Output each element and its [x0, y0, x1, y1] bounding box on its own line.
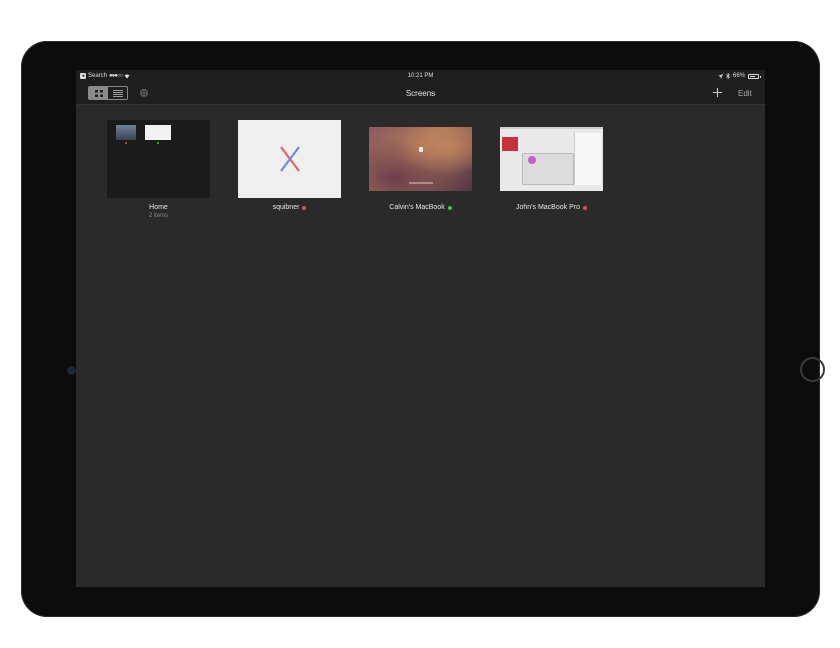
tile-label: Calvin's MacBook [389, 204, 445, 211]
tile-sublabel: 2 items [148, 213, 169, 219]
screen-tile-calvins-macbook[interactable]: Calvin's MacBook [369, 120, 472, 211]
location-arrow-icon [717, 73, 723, 79]
status-online-dot [447, 205, 452, 210]
mini-screen-thumbnail [116, 125, 136, 140]
page-title: Screens [405, 89, 436, 98]
login-controls [409, 182, 433, 184]
status-bar: ◂ Search ●●●○○ 10:21 PM 66% [76, 70, 765, 84]
screen-thumbnail [500, 127, 603, 191]
status-time: 10:21 PM [407, 73, 434, 79]
tile-label: John's MacBook Pro [516, 204, 580, 211]
battery-icon [748, 73, 761, 79]
sidebar-panel [574, 133, 601, 185]
app-window [502, 137, 518, 151]
screen-tile-johns-macbook-pro[interactable]: John's MacBook Pro [500, 120, 603, 211]
tile-label: squibner [272, 204, 300, 211]
plus-icon[interactable] [712, 87, 723, 98]
screen-thumbnail [238, 120, 341, 198]
status-right: 66% [717, 73, 761, 79]
screen-tile-squibner[interactable]: squibner [238, 120, 341, 211]
os-x-logo-icon [279, 146, 300, 172]
tile-label-row: Home [107, 204, 210, 211]
tile-label-row: Calvin's MacBook [369, 204, 472, 211]
status-dot [157, 142, 159, 144]
app-screen: ◂ Search ●●●○○ 10:21 PM 66% Screens Edit… [76, 70, 765, 587]
home-button[interactable] [800, 357, 825, 382]
screen-thumbnail [369, 127, 472, 191]
navigation-bar: Screens Edit [76, 84, 765, 105]
screen-thumbnail-wrap [369, 127, 472, 191]
screen-tile-home[interactable]: Home 2 items [107, 120, 210, 219]
screen-thumbnail-wrap [500, 127, 603, 191]
user-avatar-icon [419, 147, 423, 152]
tile-label-row: John's MacBook Pro [500, 204, 603, 211]
bluetooth-icon [726, 73, 730, 79]
front-camera [68, 367, 75, 374]
folder-thumbnail [107, 120, 210, 198]
status-offline-dot [582, 205, 587, 210]
status-dot [125, 142, 127, 144]
mini-screen-thumbnail [145, 125, 171, 140]
app-icon [528, 156, 536, 164]
battery-percent: 66% [732, 73, 745, 79]
edit-button[interactable]: Edit [738, 89, 752, 98]
status-offline-dot [302, 205, 307, 210]
tile-label: Home [149, 204, 168, 211]
menu-bar [500, 127, 603, 129]
tile-label-row: squibner [238, 204, 341, 211]
